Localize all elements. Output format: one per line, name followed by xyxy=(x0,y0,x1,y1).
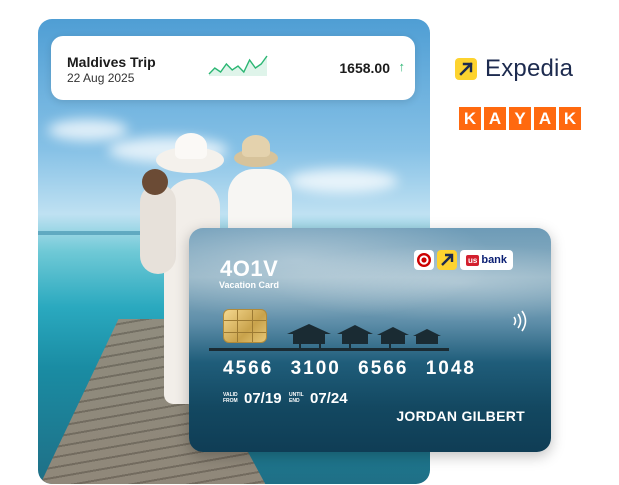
card-number-group: 1048 xyxy=(425,358,476,379)
arrow-up-icon: ↑ xyxy=(398,59,406,74)
trip-summary-card[interactable]: Maldives Trip 22 Aug 2025 1658.00 ↑ xyxy=(51,36,415,100)
usbank-us-mark: us xyxy=(466,254,480,266)
trip-title: Maldives Trip xyxy=(67,54,156,70)
kayak-letter: A xyxy=(484,107,506,130)
card-number: 4566 3100 6566 1048 xyxy=(223,358,476,380)
kayak-letter: K xyxy=(459,107,481,130)
contactless-icon xyxy=(513,310,527,332)
straw-hat-crown xyxy=(242,135,270,157)
kayak-letter: A xyxy=(534,107,556,130)
card-number-group: 6566 xyxy=(358,358,409,379)
card-number-group: 3100 xyxy=(290,358,341,379)
valid-from-label: VALID FROM xyxy=(223,392,238,404)
kayak-letter: K xyxy=(559,107,581,130)
partner-logos: us bank xyxy=(414,250,514,270)
emv-chip-icon xyxy=(223,309,267,343)
trip-amount: 1658.00 xyxy=(339,60,390,76)
kayak-letter: Y xyxy=(509,107,531,130)
sparkline-icon xyxy=(208,55,268,76)
target-icon xyxy=(414,250,434,270)
vacation-card[interactable]: 4O1V Vacation Card us bank 4566 3100 656… xyxy=(189,228,551,452)
until-end-label: UNTIL END xyxy=(289,392,304,404)
card-issuer-logo: 4O1V xyxy=(220,256,279,281)
valid-from-date: 07/19 xyxy=(244,390,282,407)
expedia-arrow-icon xyxy=(455,58,477,80)
child-head xyxy=(142,169,168,195)
expedia-logo[interactable]: Expedia xyxy=(455,55,573,83)
usbank-wordmark: bank xyxy=(481,254,508,266)
expedia-arrow-icon xyxy=(437,250,457,270)
card-number-group: 4566 xyxy=(223,358,274,379)
child-figure xyxy=(140,184,176,274)
cloud xyxy=(48,119,128,141)
kayak-logo[interactable]: K A Y A K xyxy=(459,107,581,130)
usbank-logo: us bank xyxy=(460,250,514,270)
expedia-wordmark: Expedia xyxy=(485,55,574,82)
cloud xyxy=(288,169,398,193)
sun-hat-crown xyxy=(175,133,207,159)
expiry-date: 07/24 xyxy=(310,390,348,407)
card-product-name: Vacation Card xyxy=(219,280,280,290)
cardholder-name: JORDAN GILBERT xyxy=(396,408,525,424)
trip-date: 22 Aug 2025 xyxy=(67,71,135,85)
